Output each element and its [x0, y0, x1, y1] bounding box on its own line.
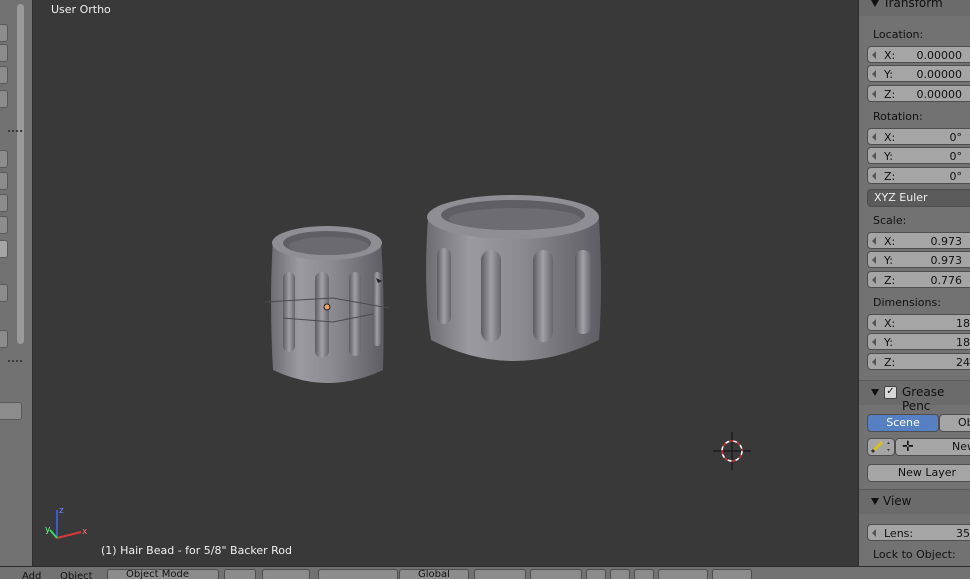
rotation-x-field[interactable]: X: 0° — [867, 128, 970, 145]
new-layer-button[interactable]: New Layer — [867, 464, 970, 482]
decrement-arrow-icon[interactable] — [872, 70, 876, 78]
tool-button[interactable] — [0, 44, 8, 62]
tool-button[interactable] — [0, 150, 8, 168]
tool-button[interactable] — [0, 24, 8, 42]
plus-icon: ✛ — [902, 439, 914, 455]
dimensions-y-field[interactable]: Y: 18 — [867, 333, 970, 350]
view-title: View — [883, 494, 912, 508]
rotation-label: Rotation: — [873, 110, 923, 123]
3d-cursor[interactable] — [713, 432, 751, 470]
decrement-arrow-icon[interactable] — [872, 276, 876, 284]
large-bead-mesh[interactable] — [426, 195, 601, 361]
rotation-mode-dropdown[interactable]: XYZ Euler — [867, 189, 970, 207]
grease-pencil-panel-header[interactable]: ✓ Grease Penc — [859, 380, 970, 413]
tool-button[interactable] — [0, 90, 8, 108]
decrement-arrow-icon[interactable] — [872, 256, 876, 264]
decrement-arrow-icon[interactable] — [872, 51, 876, 59]
grease-pencil-title: Grease Penc — [902, 385, 945, 413]
scene-render: z x y — [45, 195, 751, 539]
tool-button[interactable] — [0, 240, 8, 258]
collapse-triangle-icon — [871, 389, 879, 396]
pencil-icon[interactable] — [867, 438, 895, 456]
rotation-z-field[interactable]: Z: 0° — [867, 167, 970, 184]
lens-field[interactable]: Lens: 35 — [867, 524, 970, 541]
object-status: (1) Hair Bead - for 5/8" Backer Rod — [101, 544, 293, 557]
grease-pencil-checkbox[interactable]: ✓ — [884, 386, 897, 399]
decrement-arrow-icon[interactable] — [872, 319, 876, 327]
tool-shelf-scrollbar[interactable] — [17, 4, 24, 344]
scale-label: Scale: — [873, 214, 907, 227]
decrement-arrow-icon[interactable] — [872, 172, 876, 180]
tool-shelf — [0, 0, 33, 566]
decrement-arrow-icon[interactable] — [872, 133, 876, 141]
dropdown-button[interactable] — [0, 402, 22, 420]
decrement-arrow-icon[interactable] — [872, 338, 876, 346]
decrement-arrow-icon[interactable] — [872, 358, 876, 366]
3d-viewport[interactable]: User Ortho z x y (1) Hair Bead - for 5/8… — [33, 0, 857, 566]
tool-button[interactable] — [0, 330, 8, 348]
scale-y-field[interactable]: Y: 0.973 — [867, 251, 970, 268]
scale-z-field[interactable]: Z: 0.776 — [867, 271, 970, 288]
svg-text:x: x — [82, 527, 88, 537]
tab-object[interactable]: Ob — [939, 414, 970, 432]
axis-gizmo: z x y — [45, 506, 88, 539]
rotation-y-field[interactable]: Y: 0° — [867, 147, 970, 164]
tool-button[interactable] — [0, 194, 8, 212]
decrement-arrow-icon[interactable] — [872, 152, 876, 160]
panel-divider — [8, 360, 22, 364]
tool-button[interactable] — [0, 284, 8, 302]
tool-button[interactable] — [0, 66, 8, 84]
dimensions-z-field[interactable]: Z: 24 — [867, 353, 970, 370]
svg-text:z: z — [59, 506, 64, 516]
tab-scene[interactable]: Scene — [867, 414, 939, 432]
tool-button[interactable] — [0, 216, 8, 234]
collapse-triangle-icon — [871, 498, 879, 505]
location-x-field[interactable]: X: 0.00000 — [867, 46, 970, 63]
dimensions-x-field[interactable]: X: 18 — [867, 314, 970, 331]
transform-title: Transform — [883, 0, 943, 10]
decrement-arrow-icon[interactable] — [872, 90, 876, 98]
decrement-arrow-icon[interactable] — [872, 237, 876, 245]
3d-view-header: Add Object Object Mode Global — [0, 566, 970, 579]
tool-button[interactable] — [0, 172, 8, 190]
small-bead-mesh[interactable] — [264, 226, 390, 383]
dimensions-label: Dimensions: — [873, 296, 941, 309]
scale-x-field[interactable]: X: 0.973 — [867, 232, 970, 249]
panel-divider — [8, 130, 22, 134]
pencil-icon-graphic — [870, 440, 890, 454]
properties-panel: Transform Location: X: 0.00000 Y: 0.00000 … — [858, 0, 970, 566]
collapse-triangle-icon — [871, 0, 879, 7]
decrement-arrow-icon[interactable] — [872, 529, 876, 537]
transform-panel-header[interactable]: Transform — [859, 0, 970, 16]
view-panel-header[interactable]: View — [859, 489, 970, 514]
svg-text:y: y — [45, 525, 51, 535]
location-z-field[interactable]: Z: 0.00000 — [867, 85, 970, 102]
new-grease-pencil-button[interactable]: ✛ New — [895, 438, 970, 456]
lock-to-object-label: Lock to Object: — [873, 548, 956, 561]
location-label: Location: — [873, 28, 924, 41]
location-y-field[interactable]: Y: 0.00000 — [867, 65, 970, 82]
